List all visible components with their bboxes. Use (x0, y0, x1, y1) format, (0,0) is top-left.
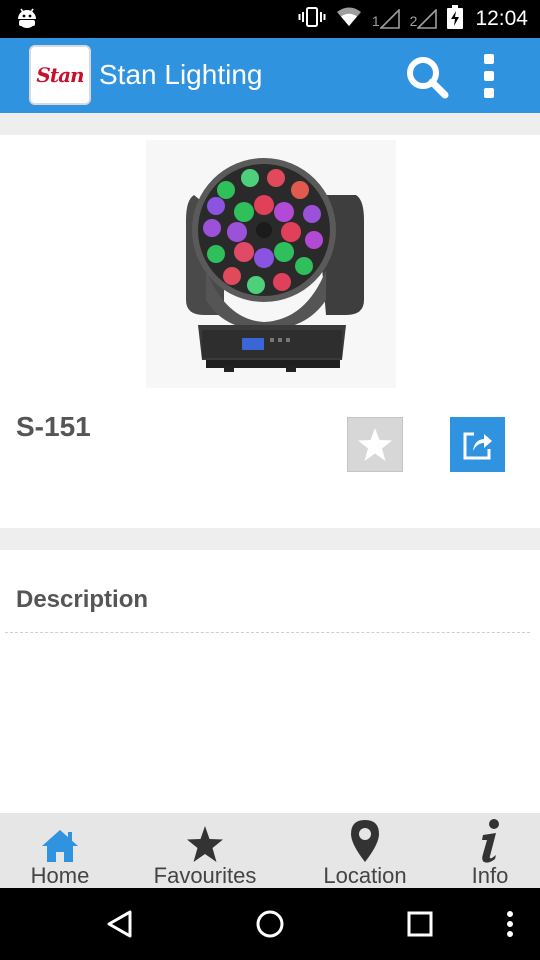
info-icon (482, 819, 499, 863)
signal-bars-icon (417, 9, 438, 29)
product-image[interactable] (146, 140, 396, 388)
tab-label: Favourites (153, 863, 257, 888)
overflow-menu-button[interactable] (478, 54, 500, 98)
location-pin-icon (351, 820, 379, 862)
tab-label: Info (471, 863, 509, 888)
logo-text: Stan (36, 63, 84, 87)
add-to-favourites-button[interactable] (347, 417, 403, 472)
overflow-dot-icon (484, 71, 494, 81)
home-icon (42, 830, 78, 862)
star-icon (358, 427, 392, 461)
bottom-tab-bar: Home Favourites Location Info (0, 813, 540, 888)
search-button[interactable] (404, 54, 450, 100)
home-nav-button[interactable] (245, 888, 295, 960)
tab-home[interactable]: Home (20, 813, 100, 888)
share-icon (463, 432, 492, 459)
overflow-dot-icon (484, 88, 494, 98)
sim1-label: 1 (371, 13, 380, 29)
sim2-signal: 2 (410, 9, 438, 29)
search-icon (407, 57, 449, 99)
nav-menu-button[interactable] (495, 888, 525, 960)
android-notification-icon (16, 7, 38, 36)
status-bar: 1 2 12:04 (0, 0, 540, 38)
back-button[interactable] (95, 888, 145, 960)
system-nav-bar (0, 888, 540, 960)
screen: 1 2 12:04 Stan Stan Lighting S-151 Descr… (0, 0, 540, 960)
wifi-icon (336, 7, 362, 32)
battery-charging-icon (447, 4, 464, 34)
tab-location[interactable]: Location (312, 813, 418, 888)
back-triangle-icon (107, 910, 132, 938)
tab-label: Home (30, 863, 90, 888)
overflow-vertical-icon (507, 911, 513, 937)
app-title: Stan Lighting (99, 59, 263, 90)
description-heading: Description (16, 586, 149, 613)
vibrate-icon (298, 6, 326, 33)
tab-info[interactable]: Info (460, 813, 520, 888)
app-logo[interactable]: Stan (29, 45, 91, 105)
description-divider (5, 632, 530, 633)
home-circle-icon (256, 910, 284, 938)
recents-square-icon (407, 911, 433, 937)
product-name: S-151 (16, 411, 91, 442)
tab-label: Location (323, 863, 407, 888)
recents-button[interactable] (395, 888, 445, 960)
star-icon (187, 826, 223, 862)
sim2-label: 2 (409, 13, 418, 29)
section-separator (0, 528, 540, 550)
section-separator (0, 113, 540, 135)
status-icons: 1 2 12:04 (298, 0, 528, 38)
status-time: 12:04 (475, 7, 528, 30)
share-button[interactable] (450, 417, 505, 472)
signal-bars-icon (379, 9, 400, 29)
sim1-signal: 1 (372, 9, 400, 29)
overflow-dot-icon (484, 54, 494, 64)
tab-favourites[interactable]: Favourites (145, 813, 265, 888)
app-bar: Stan Stan Lighting (0, 38, 540, 113)
